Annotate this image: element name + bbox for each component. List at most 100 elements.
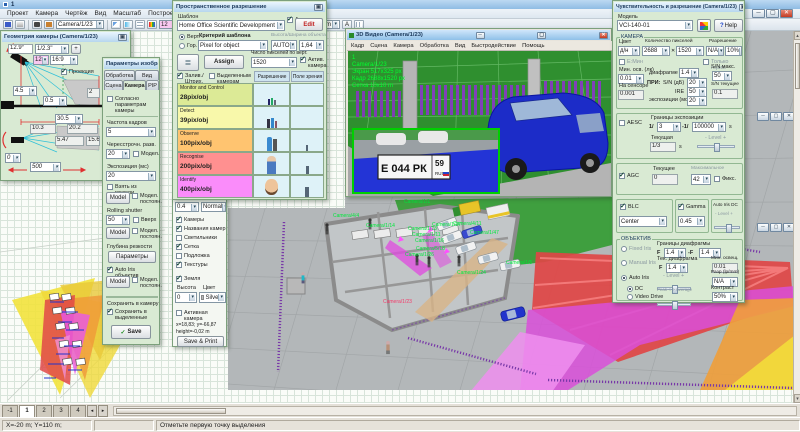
table-row[interactable]: Monitor and Control28pix/obj: [177, 83, 324, 106]
save-button[interactable]: ✓Save: [111, 325, 151, 339]
tab-next-icon[interactable]: ▸: [98, 405, 108, 417]
aperture-select[interactable]: 1.4: [679, 68, 699, 78]
focal-select[interactable]: 12: [33, 55, 49, 65]
show-camera-names-checkbox[interactable]: Названия камер: [176, 226, 226, 232]
menu-scene[interactable]: Сцена: [370, 43, 387, 49]
mdi-restore-button[interactable]: ▢: [770, 223, 782, 232]
ground-checkbox[interactable]: Земля: [176, 276, 200, 282]
model-button[interactable]: Model: [106, 276, 130, 288]
fov-angle-field[interactable]: 12.9°: [8, 44, 33, 54]
aesc-checkbox[interactable]: AESC: [619, 120, 642, 126]
model-const-checkbox[interactable]: Модел. постоян.: [132, 193, 160, 205]
vertical-radio[interactable]: Верт.: [179, 34, 200, 40]
sheet-tab[interactable]: 4: [70, 405, 86, 417]
minimize-icon[interactable]: ─: [476, 32, 485, 39]
exposure-min-select[interactable]: 3: [657, 122, 681, 132]
tab-scene[interactable]: Сцена: [104, 80, 123, 90]
mdi-minimize-button[interactable]: ─: [757, 223, 769, 232]
show-grid-checkbox[interactable]: Сетка: [176, 244, 199, 250]
tab-camera[interactable]: Камера: [123, 80, 146, 90]
dof-params-button[interactable]: Параметры: [108, 251, 156, 263]
camera-height-select[interactable]: 4.5: [13, 86, 37, 96]
layers-tool-icon[interactable]: [135, 20, 145, 29]
tab-processing[interactable]: Обработка: [104, 70, 135, 80]
agc-fix-checkbox[interactable]: Фикс.: [714, 176, 736, 182]
model-select[interactable]: VCI-140-01: [617, 20, 693, 31]
model-const-checkbox[interactable]: Модел. постоян.: [132, 228, 160, 240]
contrast-select[interactable]: 50%: [712, 292, 738, 302]
sheet-tab[interactable]: -1: [2, 405, 18, 417]
ground-height-select[interactable]: 0: [175, 292, 197, 303]
image-params-titlebar[interactable]: Параметры изобра...✕: [104, 59, 158, 69]
sensor-format-select[interactable]: 1/2.3": [35, 44, 69, 54]
maximize-button[interactable]: ▢: [766, 9, 779, 18]
pan-select[interactable]: 500: [30, 162, 61, 172]
exposure-level-slider[interactable]: [697, 145, 735, 148]
interlace-select[interactable]: 20: [106, 149, 130, 159]
ground-color-select[interactable]: Silve: [199, 292, 226, 303]
palette-tool-icon[interactable]: [147, 20, 157, 29]
model-button[interactable]: Model: [106, 192, 130, 204]
menu-performance[interactable]: Быстродействие: [471, 43, 516, 49]
menu-drawing[interactable]: Чертёж: [62, 10, 90, 17]
table-row[interactable]: Recognise200pix/obj: [177, 152, 324, 175]
tab-prev-icon[interactable]: ◂: [87, 405, 97, 417]
model-button[interactable]: Model: [106, 227, 130, 239]
percent-select[interactable]: 10%: [725, 46, 742, 56]
aspect-select[interactable]: 16:9: [50, 55, 78, 65]
rolling-shutter-select[interactable]: 50: [106, 215, 130, 225]
fixed-iris-radio[interactable]: Fixed Iris: [621, 246, 651, 252]
blc-mode-select[interactable]: Center: [619, 216, 667, 227]
save-icon[interactable]: [3, 20, 13, 29]
close-button[interactable]: ✕: [780, 9, 793, 18]
manual-iris-radio[interactable]: Manual Iris: [621, 260, 656, 266]
camera-geometry-titlebar[interactable]: Геометрия камеры (Camera/1/23)▣: [2, 32, 129, 42]
gamma-checkbox[interactable]: Gamma: [678, 204, 706, 210]
template-select[interactable]: Home Office Scientific Development: [177, 20, 285, 31]
tilt-select[interactable]: 0: [5, 153, 21, 163]
emin-checkbox[interactable]: Е:Мин: [619, 59, 643, 65]
scrollbar-thumb[interactable]: [116, 408, 226, 414]
video-drive-radio[interactable]: Video Drive: [627, 294, 663, 300]
camera-list-icon[interactable]: [44, 20, 54, 29]
view-scale-select[interactable]: 0.4: [175, 202, 199, 212]
framerate-select[interactable]: 5: [106, 127, 156, 137]
close-icon[interactable]: ▣: [118, 34, 127, 41]
close-icon[interactable]: ▣: [739, 4, 743, 11]
edit-button[interactable]: Edit: [295, 18, 323, 31]
menu-view[interactable]: Вид: [92, 10, 110, 17]
fov-tool-icon[interactable]: [123, 20, 133, 29]
auto-iris-dc-slider[interactable]: [714, 226, 740, 229]
table-row[interactable]: Observe100pix/obj: [177, 129, 324, 152]
menu-camera[interactable]: Камера: [32, 10, 61, 17]
mdi-minimize-button[interactable]: ─: [757, 112, 769, 121]
model-const-checkbox[interactable]: Модел. постоян.: [132, 277, 160, 289]
horizontal-radio[interactable]: Гор.: [179, 43, 197, 49]
blc-checkbox[interactable]: BLC: [620, 204, 639, 210]
menu-project[interactable]: Проект: [4, 10, 31, 17]
sn-max-select[interactable]: 50: [712, 71, 732, 81]
show-underlay-checkbox[interactable]: Подложка: [176, 253, 210, 259]
menu-frame[interactable]: Кадр: [351, 43, 364, 49]
menu-view[interactable]: Вид: [455, 43, 466, 49]
help-button[interactable]: ?Help: [714, 19, 743, 32]
menu-help[interactable]: Помощь: [522, 43, 544, 49]
active-camera-checkbox[interactable]: Активная камера: [176, 310, 226, 322]
auto-iris-radio[interactable]: Auto Iris: [621, 275, 649, 281]
view-mode-select[interactable]: Normal: [201, 202, 226, 212]
select-tool-icon[interactable]: [111, 20, 121, 29]
menu-processing[interactable]: Обработка: [420, 43, 449, 49]
pixels-vert-select[interactable]: 1520: [251, 57, 297, 68]
exposure-select[interactable]: 20: [687, 96, 707, 106]
pixels-width-select[interactable]: 2688: [642, 46, 670, 56]
scroll-up-icon[interactable]: ▴: [794, 31, 800, 40]
save-selected-checkbox[interactable]: Сохранить в выделенные: [107, 309, 157, 321]
max-distance-select[interactable]: 30.5: [55, 114, 83, 124]
current-aperture-select[interactable]: 1.4: [666, 263, 688, 273]
tab-view[interactable]: Вид: [135, 70, 159, 80]
gamma-select[interactable]: 0.45: [678, 216, 705, 227]
add-camera-icon[interactable]: [32, 20, 42, 29]
exposure-select[interactable]: 20: [106, 171, 156, 181]
3d-video-viewport[interactable]: Е 044 РК 59 RUS 1 Camera/1/23 Экран 517x…: [348, 51, 611, 196]
mdi-restore-button[interactable]: ▢: [770, 112, 782, 121]
